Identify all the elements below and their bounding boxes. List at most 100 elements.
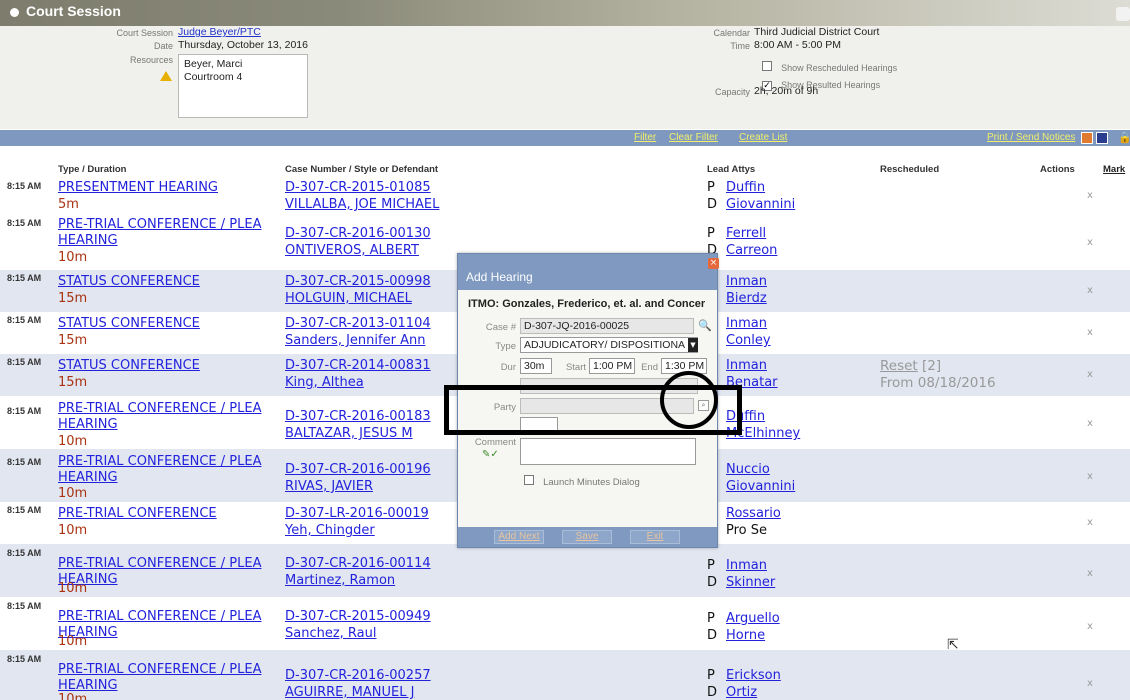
case-number-link[interactable]: D-307-CR-2015-00998 (285, 274, 431, 290)
remove-icon[interactable]: x (1087, 678, 1093, 689)
defendant-link[interactable]: King, Althea (285, 375, 364, 391)
defendant-link[interactable]: Martinez, Ramon (285, 573, 395, 589)
create-list-link[interactable]: Create List (739, 132, 787, 143)
resource-item[interactable]: Courtroom 4 (184, 71, 302, 84)
defense-link[interactable]: Horne (726, 628, 765, 644)
remove-icon[interactable]: x (1087, 418, 1093, 429)
defense-link[interactable]: Bierdz (726, 291, 767, 307)
defendant-link[interactable]: ONTIVEROS, ALBERT (285, 243, 419, 259)
calendar-icon[interactable] (1096, 132, 1108, 144)
case-number-link[interactable]: D-307-CR-2013-01104 (285, 316, 431, 332)
prosecutor-label: P (707, 180, 715, 195)
remove-icon[interactable]: x (1087, 327, 1093, 338)
reset-link[interactable]: Reset (880, 358, 918, 374)
defendant-link[interactable]: AGUIRRE, MANUEL J (285, 685, 414, 700)
hearing-type-link[interactable]: PRESENTMENT HEARING (58, 180, 268, 196)
hearing-type-link[interactable]: PRE-TRIAL CONFERENCE / PLEA HEARING (58, 662, 268, 694)
defendant-link[interactable]: HOLGUIN, MICHAEL (285, 291, 412, 307)
defense-label: D (707, 685, 718, 700)
exit-button[interactable]: Exit (630, 530, 680, 544)
start-time-input[interactable]: 1:00 PM (589, 358, 635, 374)
case-number-link[interactable]: D-307-LR-2016-00019 (285, 506, 429, 522)
remove-icon[interactable]: x (1087, 190, 1093, 201)
case-number-link[interactable]: D-307-CR-2016-00130 (285, 226, 431, 242)
prosecutor-link[interactable]: Inman (726, 316, 767, 332)
duration-input[interactable]: 30m (520, 358, 552, 374)
hearing-type-link[interactable]: PRE-TRIAL CONFERENCE / PLEA HEARING (58, 609, 268, 641)
window-control-button[interactable] (1116, 7, 1130, 21)
remove-icon[interactable]: x (1087, 517, 1093, 528)
case-number-link[interactable]: D-307-CR-2015-01085 (285, 180, 431, 196)
launch-minutes-checkbox[interactable] (524, 475, 534, 485)
hearing-type-link[interactable]: PRE-TRIAL CONFERENCE / PLEA HEARING (58, 556, 268, 588)
prosecutor-link[interactable]: Ferrell (726, 226, 766, 242)
hearing-type-link[interactable]: PRE-TRIAL CONFERENCE / PLEA HEARING (58, 217, 268, 249)
hearing-type-link[interactable]: PRE-TRIAL CONFERENCE (58, 506, 268, 522)
defendant-link[interactable]: Yeh, Chingder (285, 523, 375, 539)
defense-link[interactable]: Ortiz (726, 685, 757, 700)
defendant-link[interactable]: VILLALBA, JOE MICHAEL (285, 197, 439, 213)
filter-link[interactable]: Filter (634, 132, 656, 143)
prosecutor-link[interactable]: Inman (726, 274, 767, 290)
remove-icon[interactable]: x (1087, 369, 1093, 380)
prosecutor-link[interactable]: Rossario (726, 506, 781, 522)
spellcheck-icon[interactable]: ✎✓ (482, 449, 499, 460)
table-row[interactable]: 8:15 AM PRE-TRIAL CONFERENCE / PLEA HEAR… (0, 544, 1130, 597)
close-icon[interactable]: × (708, 258, 719, 269)
resources-listbox[interactable]: Beyer, Marci Courtroom 4 (178, 54, 308, 118)
remove-icon[interactable]: x (1087, 285, 1093, 296)
lock-icon[interactable]: 🔒 (1118, 131, 1130, 144)
type-select[interactable]: ADJUDICATORY/ DISPOSITIONA (520, 337, 698, 353)
defendant-link[interactable]: Sanchez, Raul (285, 626, 377, 642)
prosecutor-link[interactable]: Arguello (726, 611, 780, 627)
comment-textarea[interactable] (520, 438, 696, 465)
table-row[interactable]: 8:15 AM PRE-TRIAL CONFERENCE / PLEA HEAR… (0, 650, 1130, 700)
defense-link[interactable]: Skinner (726, 575, 775, 591)
remove-icon[interactable]: x (1087, 621, 1093, 632)
hearing-duration: 10m (58, 692, 88, 700)
case-number-field[interactable]: D-307-JQ-2016-00025 (520, 318, 694, 334)
reset-count: [2] (922, 358, 942, 374)
print-icon[interactable] (1081, 132, 1093, 144)
prosecutor-link[interactable]: Duffin (726, 180, 765, 196)
defense-link[interactable]: Carreon (726, 243, 777, 259)
save-button[interactable]: Save (562, 530, 612, 544)
defense-link[interactable]: Giovannini (726, 197, 795, 213)
case-number-link[interactable]: D-307-CR-2016-00114 (285, 556, 431, 572)
case-number-link[interactable]: D-307-CR-2015-00949 (285, 609, 431, 625)
defense-link[interactable]: Giovannini (726, 479, 795, 495)
hearing-type-link[interactable]: PRE-TRIAL CONFERENCE / PLEA HEARING (58, 454, 268, 486)
defendant-link[interactable]: BALTAZAR, JESUS M (285, 426, 413, 442)
prosecutor-link[interactable]: Inman (726, 358, 767, 374)
defendant-link[interactable]: RIVAS, JAVIER (285, 479, 373, 495)
hearing-type-link[interactable]: PRE-TRIAL CONFERENCE / PLEA HEARING (58, 401, 268, 433)
resource-item[interactable]: Beyer, Marci (184, 58, 302, 71)
add-next-button[interactable]: Add Next (494, 530, 544, 544)
hearing-type-link[interactable]: STATUS CONFERENCE (58, 358, 268, 374)
case-number-link[interactable]: D-307-CR-2016-00257 (285, 668, 431, 684)
remove-icon[interactable]: x (1087, 237, 1093, 248)
col-header-mark[interactable]: Mark (1103, 164, 1125, 175)
prosecutor-link[interactable]: Erickson (726, 668, 781, 684)
defendant-link[interactable]: Sanders, Jennifer Ann (285, 333, 425, 349)
table-row[interactable]: 8:15 AM PRE-TRIAL CONFERENCE / PLEA HEAR… (0, 597, 1130, 650)
table-row[interactable]: 8:15 AM PRESENTMENT HEARING 5m D-307-CR-… (0, 180, 1130, 217)
collapse-icon[interactable] (10, 8, 19, 17)
hearing-type-link[interactable]: STATUS CONFERENCE (58, 274, 268, 290)
remove-icon[interactable]: x (1087, 471, 1093, 482)
case-number-link[interactable]: D-307-CR-2016-00183 (285, 409, 431, 425)
print-notices-link[interactable]: Print / Send Notices (987, 132, 1075, 143)
prosecutor-link[interactable]: Nuccio (726, 462, 770, 478)
hearing-type-link[interactable]: STATUS CONFERENCE (58, 316, 268, 332)
chevron-down-icon[interactable]: ▼ (688, 338, 698, 352)
search-icon[interactable]: 🔍 (698, 319, 712, 332)
clear-filter-link[interactable]: Clear Filter (669, 132, 718, 143)
case-number-link[interactable]: D-307-CR-2014-00831 (285, 358, 431, 374)
case-number-link[interactable]: D-307-CR-2016-00196 (285, 462, 431, 478)
prosecutor-link[interactable]: Inman (726, 558, 767, 574)
show-rescheduled-checkbox[interactable] (762, 61, 772, 71)
court-session-link[interactable]: Judge Beyer/PTC (178, 26, 261, 38)
launch-minutes-option[interactable]: Launch Minutes Dialog (524, 470, 640, 489)
defense-link[interactable]: Conley (726, 333, 771, 349)
remove-icon[interactable]: x (1087, 568, 1093, 579)
